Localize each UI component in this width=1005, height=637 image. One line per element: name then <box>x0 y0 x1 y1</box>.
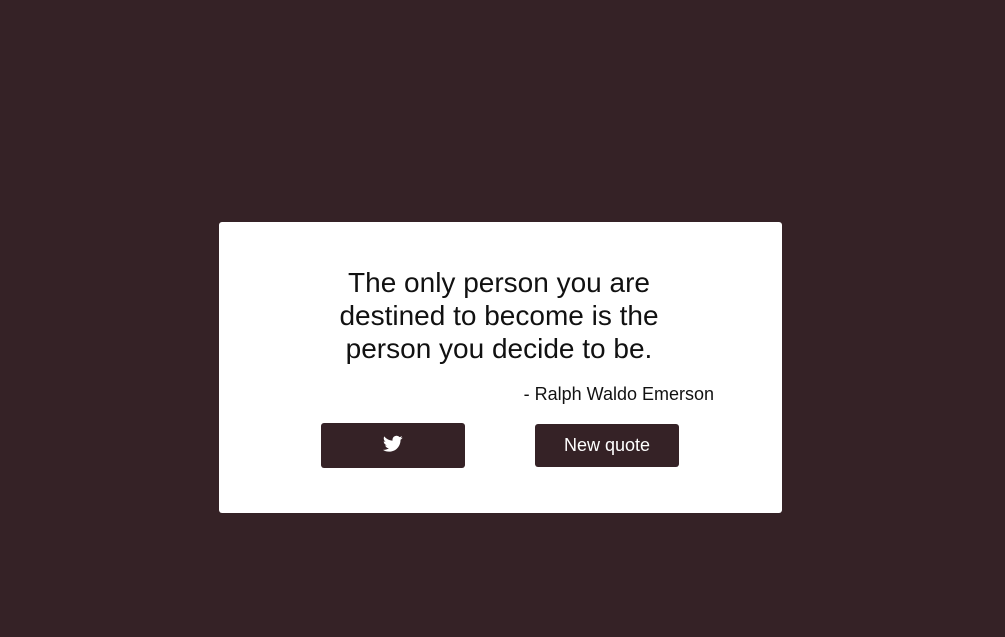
quote-box: The only person you are destined to beco… <box>219 222 782 513</box>
new-quote-button[interactable]: New quote <box>535 424 679 467</box>
quote-author: - Ralph Waldo Emerson <box>523 384 714 404</box>
quote-text: The only person you are destined to beco… <box>339 267 659 364</box>
twitter-icon <box>383 435 403 453</box>
tweet-quote-button[interactable] <box>321 423 465 468</box>
